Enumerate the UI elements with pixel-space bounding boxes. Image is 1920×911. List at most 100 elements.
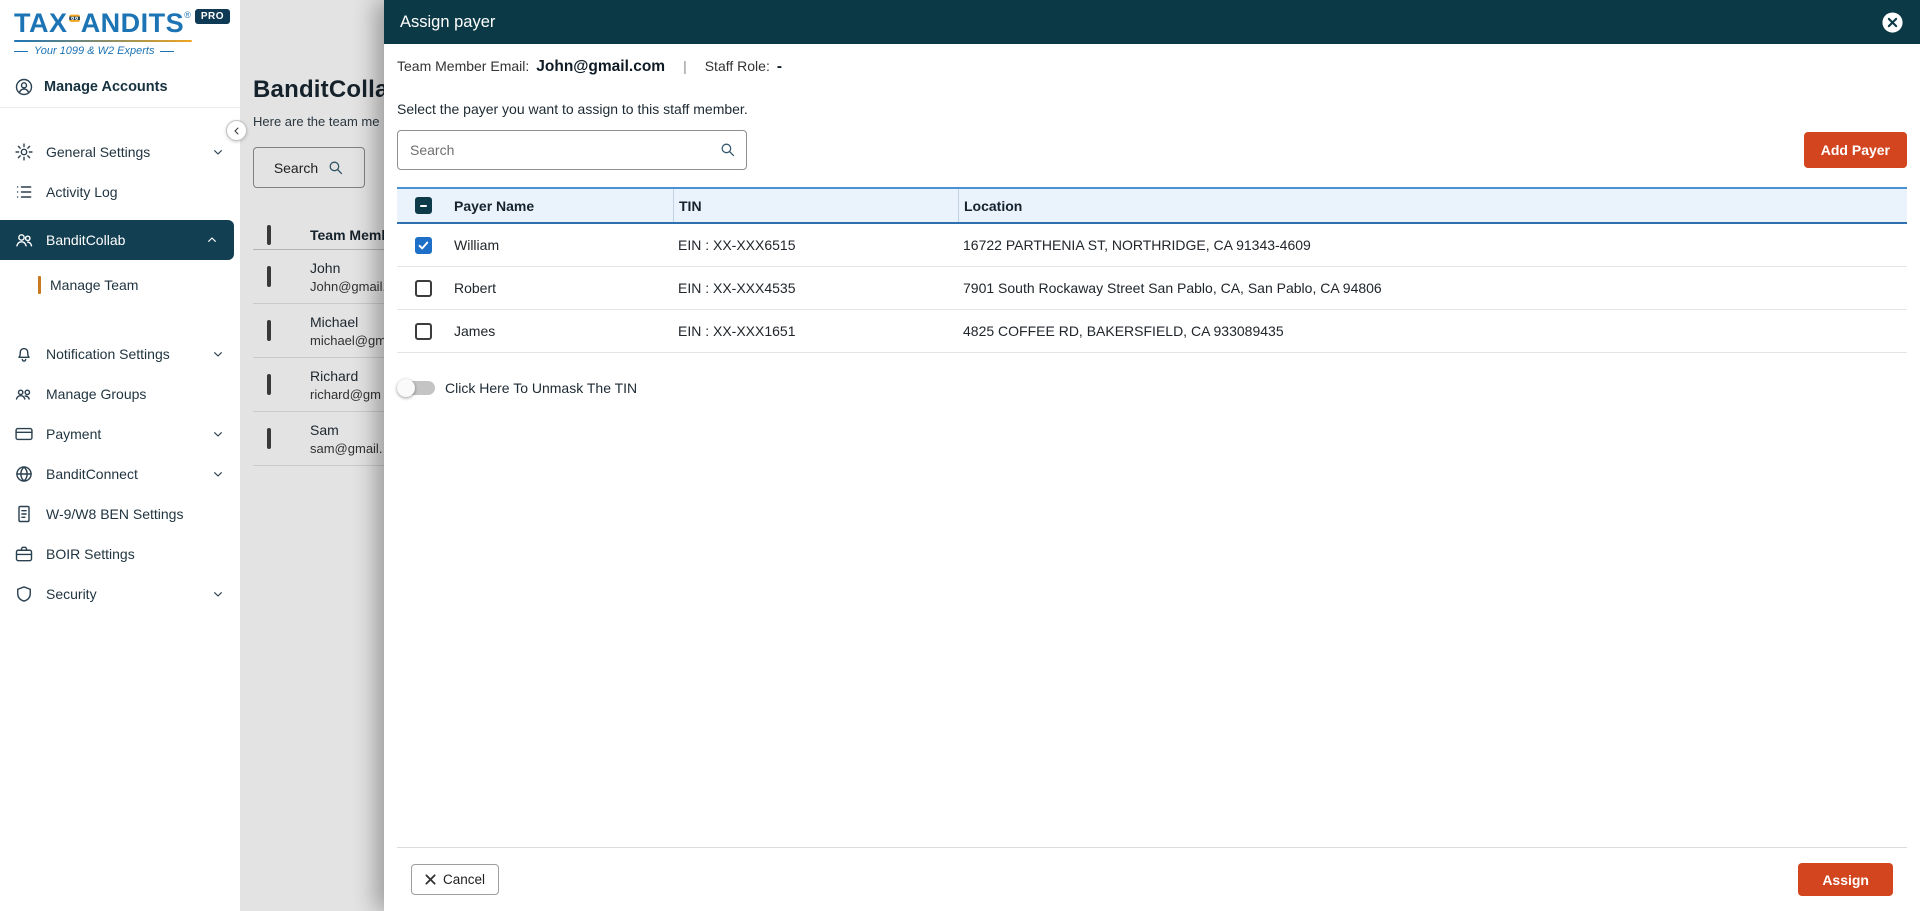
payer-checkbox[interactable]	[414, 279, 432, 297]
activity-log-icon	[14, 182, 34, 202]
unmask-tin-label: Click Here To Unmask The TIN	[445, 380, 638, 396]
payer-table: Payer Name TIN Location William EIN : XX…	[397, 187, 1907, 353]
sidebar-item-boir-settings[interactable]: BOIR Settings	[0, 534, 240, 574]
modal-body: Team Member Email: John@gmail.com | Staf…	[384, 44, 1920, 911]
globe-icon	[14, 464, 34, 484]
payer-location: 4825 COFFEE RD, BAKERSFIELD, CA 93308943…	[963, 323, 1284, 339]
people-icon	[14, 230, 34, 250]
close-icon[interactable]	[1881, 11, 1904, 34]
nav-label: Notification Settings	[46, 346, 170, 362]
registered-mark: ®	[184, 10, 191, 20]
payer-checkbox[interactable]	[414, 322, 432, 340]
nav-label: W-9/W8 BEN Settings	[46, 506, 184, 522]
sidebar-item-activity-log[interactable]: Activity Log	[0, 172, 240, 212]
x-icon	[425, 874, 436, 885]
sidebar-item-manage-team[interactable]: Manage Team	[0, 268, 240, 302]
team-member-email-label: Team Member Email:	[397, 58, 530, 74]
nav-label: Activity Log	[46, 184, 118, 200]
sidebar-item-banditconnect[interactable]: BanditConnect	[0, 454, 240, 494]
chevron-down-icon	[210, 346, 226, 362]
modal-title: Assign payer	[400, 12, 496, 31]
payer-checkbox[interactable]	[414, 236, 432, 254]
team-member-email-value: John@gmail.com	[536, 58, 666, 75]
cancel-button[interactable]: Cancel	[411, 864, 500, 895]
logo-divider	[14, 40, 192, 42]
manage-accounts-label: Manage Accounts	[44, 79, 168, 95]
payer-table-header: Payer Name TIN Location	[397, 187, 1907, 224]
sidebar-item-manage-accounts[interactable]: Manage Accounts	[0, 67, 240, 108]
brand-tax-text: TAX	[14, 8, 68, 38]
modal-footer: Cancel Assign	[397, 847, 1907, 911]
payer-tin: EIN : XX-XXX1651	[678, 323, 796, 339]
add-payer-button[interactable]: Add Payer	[1803, 132, 1907, 168]
nav-label: Manage Groups	[46, 386, 147, 402]
search-icon[interactable]	[719, 141, 736, 158]
nav-label: BanditConnect	[46, 466, 138, 482]
person-circle-icon	[14, 77, 34, 97]
gear-icon	[14, 142, 34, 162]
groups-icon	[14, 384, 34, 404]
payer-search	[397, 130, 747, 170]
sidebar: TAX ANDITS ® PRO Your 1099 & W2 Experts …	[0, 0, 247, 911]
nav-label: Manage Team	[50, 277, 139, 293]
sidebar-item-security[interactable]: Security	[0, 574, 240, 614]
brand-logo: TAX ANDITS ® PRO Your 1099 & W2 Experts	[0, 0, 240, 57]
member-info-row: Team Member Email: John@gmail.com | Staf…	[397, 58, 1907, 76]
payer-tin: EIN : XX-XXX4535	[678, 280, 796, 296]
cancel-label: Cancel	[443, 872, 486, 887]
column-header-tin: TIN	[673, 189, 958, 222]
sidebar-nav: General Settings Activity Log BanditColl…	[0, 132, 240, 614]
sidebar-item-payment[interactable]: Payment	[0, 414, 240, 454]
shield-icon	[14, 584, 34, 604]
payer-row[interactable]: James EIN : XX-XXX1651 4825 COFFEE RD, B…	[397, 310, 1907, 353]
bell-icon	[14, 344, 34, 364]
payer-name: William	[454, 237, 500, 253]
assign-button[interactable]: Assign	[1798, 863, 1893, 896]
owl-mask-icon	[68, 10, 80, 36]
payer-search-input[interactable]	[397, 130, 747, 170]
select-all-payers-checkbox[interactable]	[414, 197, 432, 214]
modal-instruction: Select the payer you want to assign to t…	[397, 101, 748, 117]
chevron-down-icon	[210, 144, 226, 160]
payer-name: Robert	[454, 280, 497, 296]
column-header-location: Location	[958, 189, 1907, 222]
assign-payer-modal: Assign payer Team Member Email: John@gma…	[384, 0, 1920, 911]
brand-andits-text: ANDITS	[80, 8, 185, 38]
chevron-up-icon	[204, 232, 220, 248]
chevron-down-icon	[210, 426, 226, 442]
chevron-left-icon	[231, 125, 243, 137]
payer-location: 7901 South Rockaway Street San Pablo, CA…	[963, 280, 1382, 296]
info-separator: |	[683, 58, 687, 74]
modal-controls-row: Add Payer	[397, 130, 1907, 170]
app-root: TAX ANDITS ® PRO Your 1099 & W2 Experts …	[0, 0, 1920, 911]
document-icon	[14, 504, 34, 524]
sidebar-collapse-button[interactable]	[226, 120, 247, 141]
unmask-tin-row: Click Here To Unmask The TIN	[397, 379, 1907, 397]
chevron-down-icon	[210, 586, 226, 602]
toggle-knob	[397, 379, 415, 397]
chevron-down-icon	[210, 466, 226, 482]
column-header-payer-name: Payer Name	[454, 197, 535, 214]
credit-card-icon	[14, 424, 34, 444]
payer-row[interactable]: William EIN : XX-XXX6515 16722 PARTHENIA…	[397, 224, 1907, 267]
briefcase-icon	[14, 544, 34, 564]
sidebar-item-notification-settings[interactable]: Notification Settings	[0, 334, 240, 374]
modal-header: Assign payer	[384, 0, 1920, 44]
staff-role-value: -	[776, 58, 783, 75]
sidebar-item-manage-groups[interactable]: Manage Groups	[0, 374, 240, 414]
nav-label: BOIR Settings	[46, 546, 135, 562]
staff-role-label: Staff Role:	[704, 58, 770, 74]
pro-badge: PRO	[194, 9, 230, 24]
nav-label: Security	[46, 586, 97, 602]
sidebar-item-banditcollab[interactable]: BanditCollab	[0, 220, 234, 260]
payer-location: 16722 PARTHENIA ST, NORTHRIDGE, CA 91343…	[963, 237, 1311, 253]
nav-label: General Settings	[46, 144, 151, 160]
payer-tin: EIN : XX-XXX6515	[678, 237, 796, 253]
payer-row[interactable]: Robert EIN : XX-XXX4535 7901 South Rocka…	[397, 267, 1907, 310]
active-sub-indicator	[38, 276, 41, 294]
sidebar-item-w9-w8-ben-settings[interactable]: W-9/W8 BEN Settings	[0, 494, 240, 534]
nav-label: BanditCollab	[46, 232, 126, 248]
sidebar-item-general-settings[interactable]: General Settings	[0, 132, 240, 172]
brand-tagline: Your 1099 & W2 Experts	[14, 45, 230, 57]
unmask-tin-toggle[interactable]	[397, 379, 435, 397]
